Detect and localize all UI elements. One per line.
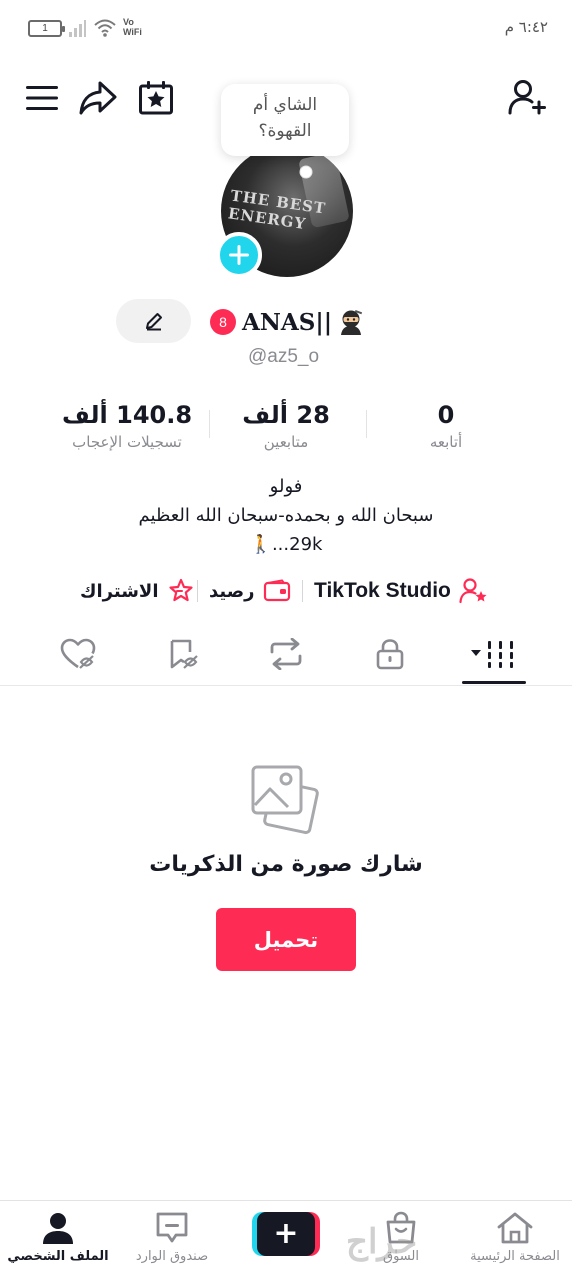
username-handle: @az5_o [248, 346, 320, 367]
stat-likes-label: تسجيلات الإعجاب [72, 433, 182, 451]
ninja-emoji-icon [341, 310, 363, 335]
menu-button[interactable] [22, 78, 62, 118]
bookmark-hidden-icon [170, 639, 198, 669]
grid-dropdown-icon [471, 641, 513, 668]
notification-badge[interactable]: 8 [210, 309, 236, 335]
subscription-link[interactable]: الاشتراك [80, 574, 195, 608]
tiktok-studio-link[interactable]: TikTok Studio [314, 574, 489, 608]
photo-icon [251, 765, 319, 835]
stat-divider [209, 410, 210, 438]
wallet-icon [263, 579, 290, 602]
bubble-tail-icon [299, 165, 313, 179]
quick-divider [302, 580, 303, 602]
watermark-logo: حراج [346, 1222, 419, 1262]
display-name: ANAS|| [242, 308, 333, 336]
vowifi-indicator: Vo WiFi [123, 17, 142, 37]
stat-followers-label: متابعين [263, 433, 309, 451]
tiktok-studio-label: TikTok Studio [314, 579, 451, 602]
stat-likes[interactable]: 140.8 ألف تسجيلات الإعجاب [52, 398, 202, 452]
pencil-icon [145, 313, 162, 331]
stat-likes-value: 140.8 ألف [61, 401, 193, 429]
nav-profile[interactable]: الملف الشخصي [3, 1210, 113, 1274]
quick-divider [197, 580, 198, 602]
creator-calendar-button[interactable] [136, 78, 176, 118]
profile-icon [43, 1213, 73, 1244]
share-icon [79, 81, 117, 115]
stat-followers[interactable]: 28 ألف متابعين [211, 398, 361, 452]
battery-level: 1 [42, 23, 48, 34]
create-plus-icon: + [257, 1212, 315, 1256]
stat-following-value: 0 [437, 401, 455, 429]
active-tab-indicator [462, 681, 526, 684]
calendar-star-icon [139, 81, 173, 115]
hamburger-icon [26, 86, 58, 110]
status-time: ٦:٤٢ م [504, 18, 548, 36]
tab-videos[interactable] [464, 630, 524, 678]
balance-link[interactable]: رصيد [209, 574, 291, 608]
nav-inbox[interactable]: صندوق الوارد [117, 1210, 227, 1274]
stat-following-label: أتابعه [429, 433, 463, 451]
bio-line: سبحان الله و بحمده-سبحان الله العظيم [138, 505, 434, 526]
nav-profile-label: الملف الشخصي [7, 1249, 109, 1264]
nav-divider [0, 1200, 572, 1201]
add-user-icon [508, 80, 546, 115]
user-star-icon [459, 578, 487, 604]
signal-icon [69, 20, 86, 37]
edit-profile-button[interactable] [116, 299, 191, 343]
note-line-1: الشاي أم [252, 95, 318, 115]
nav-inbox-label: صندوق الوارد [135, 1249, 209, 1264]
wifi-icon [94, 19, 116, 37]
stat-divider [366, 410, 367, 438]
home-icon [497, 1212, 533, 1244]
stat-followers-value: 28 ألف [242, 401, 330, 429]
stat-following[interactable]: 0 أتابعه [371, 398, 521, 452]
balance-label: رصيد [209, 580, 255, 602]
upload-button[interactable]: تحميل [216, 908, 356, 971]
inbox-icon [156, 1212, 188, 1243]
tab-private[interactable] [360, 630, 420, 678]
note-bubble[interactable]: الشاي أم القهوة؟ [221, 84, 349, 156]
tab-saved-private[interactable] [154, 630, 214, 678]
add-friend-button[interactable] [508, 78, 548, 118]
add-story-button[interactable] [216, 232, 262, 278]
lock-icon [376, 639, 404, 670]
bio-line: 29k...🚶 [249, 534, 323, 555]
star-tag-icon [168, 578, 193, 602]
heart-hidden-icon [60, 638, 96, 669]
empty-state-title: شارك صورة من الذكريات [149, 852, 423, 877]
bio-line: فولو [269, 476, 303, 497]
share-profile-button[interactable] [78, 78, 118, 118]
note-line-2: القهوة؟ [258, 121, 312, 141]
name-row: 8 ANAS|| [210, 306, 364, 338]
repost-icon [270, 638, 302, 670]
tab-liked-private[interactable] [48, 630, 108, 678]
tab-divider [0, 685, 572, 686]
status-bar: 1 Vo WiFi ٦:٤٢ م [0, 0, 572, 60]
plus-icon [229, 245, 249, 265]
tab-reposts[interactable] [256, 630, 316, 678]
create-button[interactable]: + [252, 1212, 320, 1256]
nav-home-label: الصفحة الرئيسية [470, 1249, 560, 1264]
subscription-label: الاشتراك [80, 580, 159, 602]
nav-home[interactable]: الصفحة الرئيسية [460, 1210, 570, 1274]
battery-icon: 1 [28, 20, 65, 37]
